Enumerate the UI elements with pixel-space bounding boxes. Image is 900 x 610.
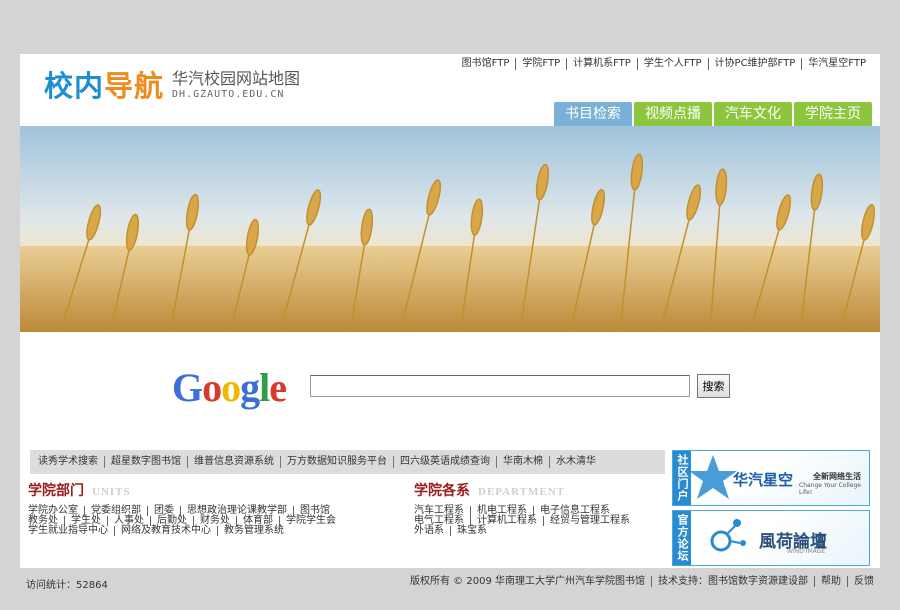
ftp-link[interactable]: 图书馆FTP bbox=[456, 58, 516, 70]
molecule-icon bbox=[710, 519, 746, 552]
ftp-link[interactable]: 计协PC维护部FTP bbox=[707, 58, 802, 70]
quick-link[interactable]: 万方数据知识服务平台 bbox=[280, 456, 393, 468]
tech-support-text: 技术支持：图书馆数字资源建设部 bbox=[651, 576, 814, 587]
wheat-field-image bbox=[20, 126, 880, 332]
ftp-link[interactable]: 学生个人FTP bbox=[636, 58, 708, 70]
quick-link[interactable]: 读秀学术搜索 bbox=[30, 456, 104, 468]
departments-section: 学院部门 UNITS 学院办公室 党委组织部 团委 思想政治理论课教学部 图书馆 教务处学… bbox=[28, 480, 342, 536]
link-row: 学生就业指导中心 网络及教育技术中心 教务管理系统 bbox=[28, 526, 342, 536]
nav-tab[interactable]: 书目检索 bbox=[554, 102, 632, 126]
nav-tab[interactable]: 学院主页 bbox=[794, 102, 872, 126]
wheat-banner bbox=[20, 126, 880, 332]
nav-tab[interactable]: 汽车文化 bbox=[714, 102, 792, 126]
logo-title: 校内导航 bbox=[44, 69, 165, 103]
link-row: 电气工程系 计算机工程系 经贸与管理工程系 bbox=[414, 516, 636, 526]
search-input[interactable] bbox=[310, 375, 690, 397]
section-link[interactable]: 教务管理系统 bbox=[217, 526, 290, 536]
help-link[interactable]: 帮助 bbox=[814, 576, 847, 587]
portal-name: 华汽星空 bbox=[733, 471, 794, 489]
section-link[interactable]: 学院学生会 bbox=[279, 516, 342, 526]
section-link[interactable]: 珠宝系 bbox=[450, 526, 493, 536]
quick-links-bar: 读秀学术搜索 超星数字图书馆 维普信息资源系统 万方数据知识服务平台 四六级英语成绩查询… bbox=[30, 450, 665, 474]
faculties-section: 学院各系 DEPARTMENT 汽车工程系 机电工程系 电子信息工程系 电气工程系 计算… bbox=[414, 480, 636, 536]
ftp-link[interactable]: 学院FTP bbox=[515, 58, 566, 70]
portal-banner: 風荷論壇 WIND·IMAGE bbox=[691, 511, 869, 565]
link-row: 外语系 珠宝系 bbox=[414, 526, 636, 536]
footer: 访问统计：52864 版权所有 © 2009 华南理工大学广州汽车学院图书馆 技… bbox=[20, 573, 880, 591]
google-logo: Google bbox=[172, 365, 287, 410]
portal-side-label: 社区门户 bbox=[673, 451, 691, 505]
portal-tagline: 全新网络生活 bbox=[813, 472, 861, 481]
portal-banner: 华汽星空 全新网络生活 Change Your College Life! bbox=[691, 451, 869, 505]
section-link[interactable]: 学生就业指导中心 bbox=[28, 526, 114, 536]
faculties-heading: 学院各系 DEPARTMENT bbox=[414, 483, 566, 499]
header: 校内导航 华汽校园网站地图 DH.GZAUTO.EDU.CN 图书馆FTP 学院F… bbox=[20, 54, 880, 126]
section-link[interactable]: 经贸与管理工程系 bbox=[543, 516, 636, 526]
portal-side-label: 官方论坛 bbox=[673, 511, 691, 565]
quick-link[interactable]: 超星数字图书馆 bbox=[104, 456, 187, 468]
section-link[interactable]: 网络及教育技术中心 bbox=[114, 526, 217, 536]
quick-link[interactable]: 四六级英语成绩查询 bbox=[393, 456, 496, 468]
section-link[interactable]: 外语系 bbox=[414, 526, 450, 536]
feedback-link[interactable]: 反馈 bbox=[847, 576, 880, 587]
nav-tabs: 书目检索 视频点播 汽车文化 学院主页 bbox=[554, 102, 872, 126]
portal-huaqi-xingkong[interactable]: 社区门户 华汽星空 全新网络生活 Change Your College Lif… bbox=[672, 450, 870, 506]
search-area: Google 搜索 bbox=[172, 366, 732, 410]
copyright-text: 版权所有 © 2009 华南理工大学广州汽车学院图书馆 bbox=[410, 576, 645, 587]
search-button[interactable]: 搜索 bbox=[697, 374, 730, 398]
ftp-links-bar: 图书馆FTP 学院FTP 计算机系FTP 学生个人FTP 计协PC维护部FTP 华汽星空F… bbox=[456, 58, 872, 70]
page-container: 校内导航 华汽校园网站地图 DH.GZAUTO.EDU.CN 图书馆FTP 学院F… bbox=[20, 54, 880, 568]
visit-counter: 访问统计：52864 bbox=[26, 580, 108, 591]
quick-link[interactable]: 华南木棉 bbox=[496, 456, 549, 468]
nav-tab[interactable]: 视频点播 bbox=[634, 102, 712, 126]
ftp-link[interactable]: 华汽星空FTP bbox=[801, 58, 872, 70]
footer-links: 版权所有 © 2009 华南理工大学广州汽车学院图书馆 技术支持：图书馆数字资源… bbox=[404, 576, 880, 587]
section-link[interactable]: 思想政治理论课教学部 bbox=[180, 506, 293, 516]
portal-fenghe-forum[interactable]: 官方论坛 風荷論壇 WIND·IMAGE bbox=[672, 510, 870, 566]
site-logo[interactable]: 校内导航 华汽校园网站地图 DH.GZAUTO.EDU.CN bbox=[44, 69, 301, 103]
quick-link[interactable]: 维普信息资源系统 bbox=[187, 456, 280, 468]
departments-heading: 学院部门 UNITS bbox=[28, 483, 131, 499]
ftp-link[interactable]: 计算机系FTP bbox=[566, 58, 637, 70]
portal-tagline-en: Change Your College Life! bbox=[799, 482, 861, 496]
portal-tagline-en: WIND·IMAGE bbox=[787, 548, 826, 555]
logo-subtitle: 华汽校园网站地图 DH.GZAUTO.EDU.CN bbox=[172, 69, 301, 101]
quick-link[interactable]: 水木清华 bbox=[549, 456, 602, 468]
